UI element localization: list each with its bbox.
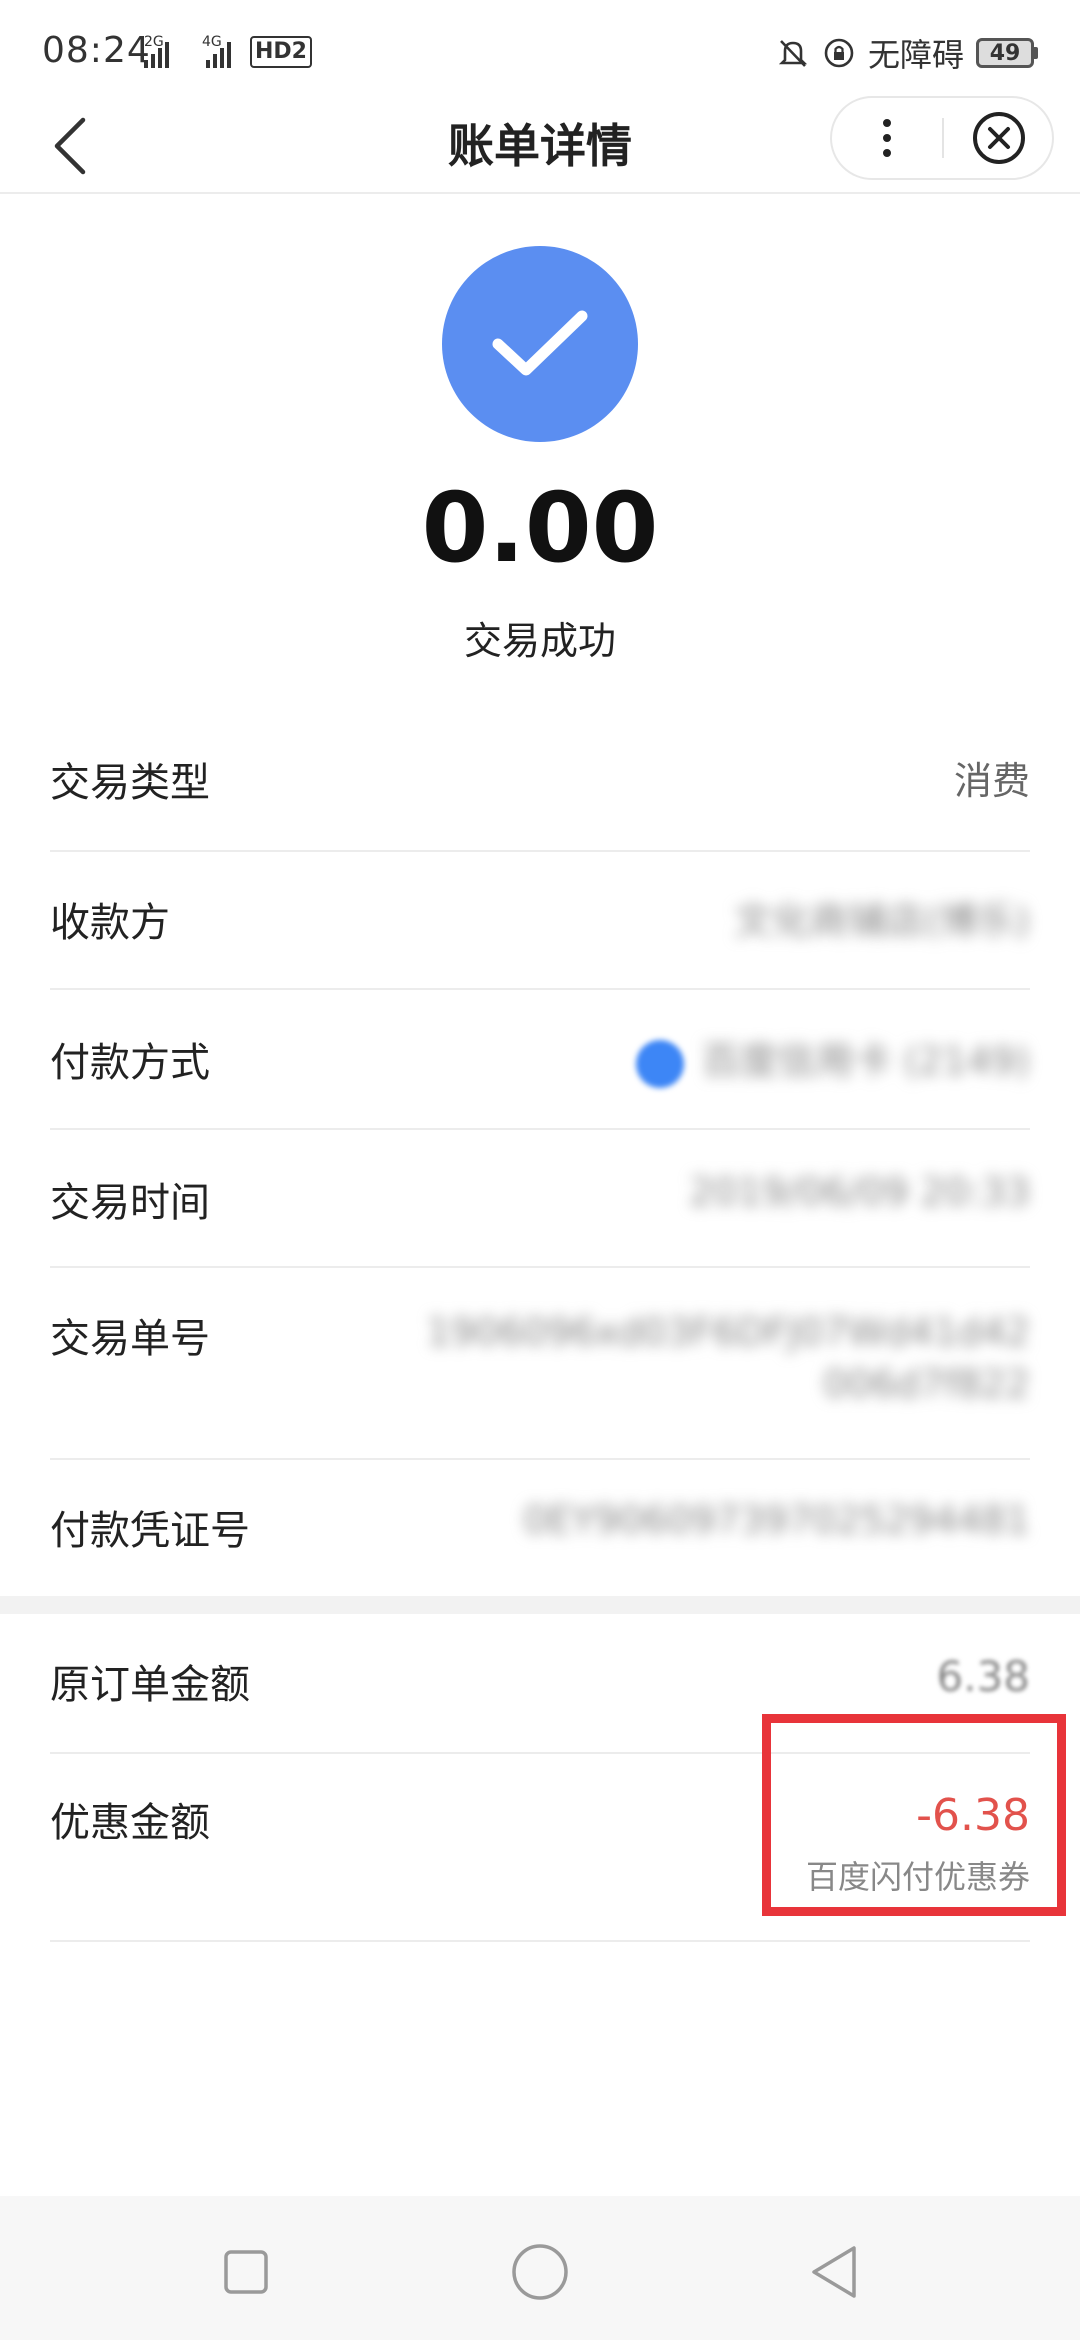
- square-icon: [224, 2250, 268, 2294]
- divider: [50, 1128, 1030, 1130]
- original-amount-label: 原订单金额: [50, 1662, 250, 1708]
- original-amount-value: 6.38: [936, 1652, 1030, 1701]
- battery-icon: 49: [976, 38, 1038, 68]
- home-button[interactable]: [510, 2242, 570, 2302]
- recent-apps-button[interactable]: [216, 2242, 276, 2302]
- hd-voice-icon: HD2: [250, 36, 312, 68]
- highlight-annotation: [762, 1714, 1066, 1916]
- payee-label: 收款方: [50, 900, 170, 946]
- divider: [50, 1940, 1030, 1942]
- order-number-line-1: 1906096xd03F6DFJ07Wd41d42: [426, 1310, 1030, 1354]
- circle-icon: [512, 2244, 568, 2300]
- section-separator: [0, 1596, 1080, 1614]
- transaction-time-label: 交易时间: [50, 1180, 210, 1226]
- payment-method-label: 付款方式: [50, 1040, 210, 1086]
- rotation-lock-icon: [822, 36, 856, 70]
- system-nav-bar: [0, 2196, 1080, 2340]
- battery-level: 49: [976, 38, 1034, 68]
- close-icon: [973, 112, 1025, 164]
- back-nav-button[interactable]: [804, 2242, 864, 2302]
- order-number-line-2: 006d7f822: [823, 1362, 1030, 1406]
- accessibility-label: 无障碍: [867, 36, 964, 74]
- payee-value: 文化商铺店(博乐): [734, 899, 1030, 943]
- transaction-time-value: 2019/06/09 20:33: [689, 1170, 1030, 1214]
- order-number-value: 1906096xd03F6DFJ07Wd41d42 006d7f822: [427, 1306, 1030, 1410]
- divider: [50, 850, 1030, 852]
- divider: [50, 988, 1030, 990]
- more-button[interactable]: [832, 98, 942, 178]
- transaction-type-label: 交易类型: [50, 760, 210, 806]
- voucher-number-value: 0EY906097397025294481: [523, 1498, 1030, 1542]
- bank-card-icon: [635, 1039, 684, 1088]
- success-icon: [442, 246, 638, 442]
- payment-method-value: 百度信用卡 (2149): [635, 1030, 1030, 1088]
- signal-icon-2: [206, 40, 231, 68]
- mini-program-capsule: [830, 96, 1054, 180]
- close-button[interactable]: [944, 98, 1054, 178]
- order-number-label: 交易单号: [50, 1316, 210, 1362]
- discount-label: 优惠金额: [50, 1800, 210, 1846]
- status-bar: 08:24 2G 4G HD2 无障碍 49: [0, 0, 1080, 100]
- transaction-type-value: 消费: [953, 759, 1030, 803]
- transaction-amount: 0.00: [421, 472, 659, 584]
- divider: [50, 1458, 1030, 1460]
- transaction-status: 交易成功: [463, 619, 616, 663]
- signal-icon-1: [144, 40, 169, 68]
- payment-method-text: 百度信用卡 (2149): [701, 1039, 1030, 1083]
- voucher-number-label: 付款凭证号: [50, 1508, 250, 1554]
- nav-bar: 账单详情: [0, 96, 1080, 194]
- status-time: 08:24: [42, 30, 151, 71]
- checkmark-icon: [492, 310, 588, 376]
- divider: [50, 1266, 1030, 1268]
- triangle-back-icon: [812, 2246, 856, 2298]
- bell-muted-icon: [776, 36, 810, 70]
